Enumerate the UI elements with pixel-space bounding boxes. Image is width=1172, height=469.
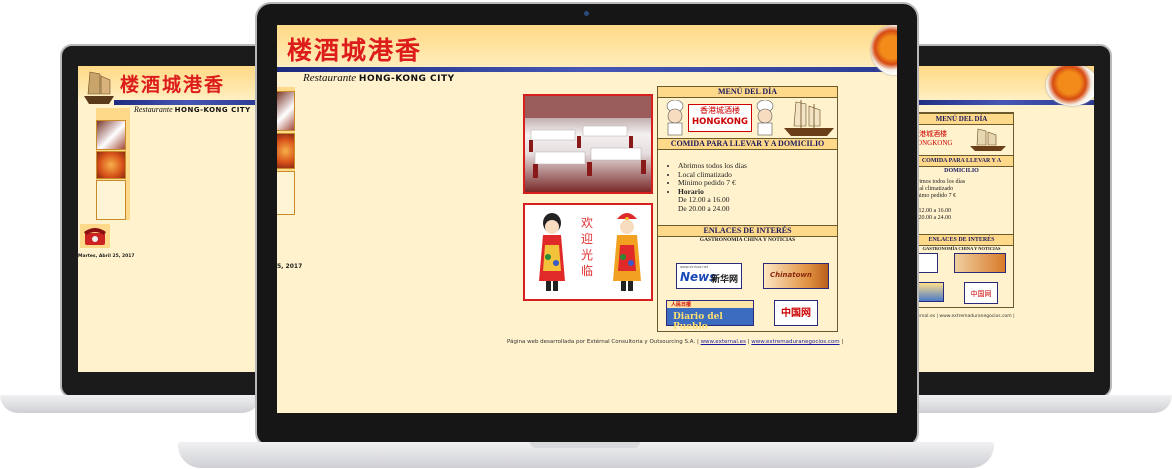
- site-title-chinese: 楼酒城港香: [120, 74, 226, 96]
- chef-thumbnail: [277, 171, 295, 215]
- dining-room-thumbnail: [277, 91, 295, 131]
- extremadura-link[interactable]: www.extremaduranegocios.com: [751, 339, 839, 345]
- delivery-heading: COMIDA PARA LLEVAR Y A DOMICILIO: [658, 138, 837, 150]
- chef-thumbnail: [96, 180, 126, 220]
- external-link[interactable]: www.external.es: [701, 339, 746, 345]
- chef-right-icon: [756, 100, 774, 136]
- site-subtitle: Restaurante HONG-KONG CITY: [303, 72, 455, 84]
- center-laptop-screen: 楼酒城港香 Restaurante HONG-KONG CITY 5, 2017: [277, 25, 897, 413]
- zhongguo-link-logo[interactable]: 中国网: [964, 282, 998, 304]
- camera-dot: [584, 11, 589, 16]
- links-subheading: GASTRONOMÍA CHINA Y NOTICIAS: [699, 237, 796, 243]
- food-thumbnail: [277, 133, 295, 169]
- left-laptop-base: [0, 395, 260, 413]
- menu-banner: 香港城酒楼 HONGKONG: [658, 98, 837, 138]
- junk-ship-icon: [784, 100, 834, 136]
- delivery-heading: COMIDA PARA LLEVAR Y A DOMICILIO: [910, 155, 1013, 174]
- xinhua-link-logo[interactable]: www.xinhua.net News 新华网: [676, 263, 742, 289]
- welcome-dolls-image: 欢迎光临: [523, 203, 653, 301]
- telephone-icon: [80, 224, 110, 248]
- restaurant-interior-photo: [523, 94, 653, 194]
- welcome-text: 欢迎光临: [581, 216, 594, 278]
- menu-box: MENÚ DEL DÍA 香港城酒楼 HONGKONG COMIDA PARA …: [657, 86, 838, 332]
- footer: Página web desarrollada por Extérnal Con…: [507, 339, 843, 345]
- menu-box: MENÚ DEL DÍA 香港城酒楼 HONGKONG COMIDA PARA …: [910, 112, 1014, 308]
- left-laptop-screen: 楼酒城港香 Restaurante HONG-KONG CITY Martes,…: [78, 66, 260, 372]
- chinatown-link-logo[interactable]: Chinatown: [763, 263, 829, 289]
- dining-room-thumbnail: [96, 120, 126, 150]
- girl-doll-icon: [539, 213, 565, 291]
- right-laptop-screen: MENÚ DEL DÍA 香港城酒楼 HONGKONG COMIDA PARA …: [910, 66, 1094, 372]
- boy-doll-icon: [613, 213, 641, 291]
- banner-sign: 香港城酒楼 HONGKONG: [688, 104, 752, 132]
- site-title-chinese: 楼酒城港香: [287, 36, 423, 65]
- hours-line: De 20.00 a 24.00: [678, 203, 730, 213]
- delivery-info-list: Abrimos todos los días Local climatizado…: [658, 161, 837, 196]
- trackpad-notch: [530, 442, 640, 448]
- right-laptop-base: [900, 395, 1172, 413]
- links-heading: ENLACES DE INTERÉS: [910, 234, 1013, 246]
- food-thumbnail: [96, 151, 126, 179]
- chef-left-icon: [666, 100, 684, 136]
- date-label: 5, 2017: [277, 263, 303, 270]
- site-subtitle: Restaurante HONG-KONG CITY: [134, 105, 251, 114]
- food-plate-image: [1046, 66, 1094, 106]
- zhongguo-link-logo[interactable]: 中国网: [774, 300, 818, 326]
- footer-partial: external.es | www.extremaduranegocios.co…: [910, 314, 1015, 319]
- footer-separator: |: [841, 339, 844, 345]
- ship-icon: [970, 128, 1006, 151]
- diario-link-logo[interactable]: 人民日报 Diario del Pueblo: [666, 300, 754, 332]
- date-label: Martes, Abril 25, 2017: [78, 254, 135, 259]
- menu-banner: 香港城酒楼 HONGKONG: [910, 125, 1013, 155]
- links-heading: ENLACES DE INTERÉS: [658, 225, 837, 237]
- footer-separator: |: [747, 339, 750, 345]
- footer-text: Página web desarrollada por Extérnal Con…: [507, 339, 699, 345]
- links-subheading: GASTRONOMÍA CHINA Y NOTICIAS: [922, 246, 1001, 251]
- menu-heading: MENÚ DEL DÍA: [658, 87, 837, 98]
- chinatown-link-logo[interactable]: [954, 253, 1006, 273]
- menu-heading: MENÚ DEL DÍA: [910, 113, 1013, 125]
- junk-boat-icon: [82, 68, 116, 108]
